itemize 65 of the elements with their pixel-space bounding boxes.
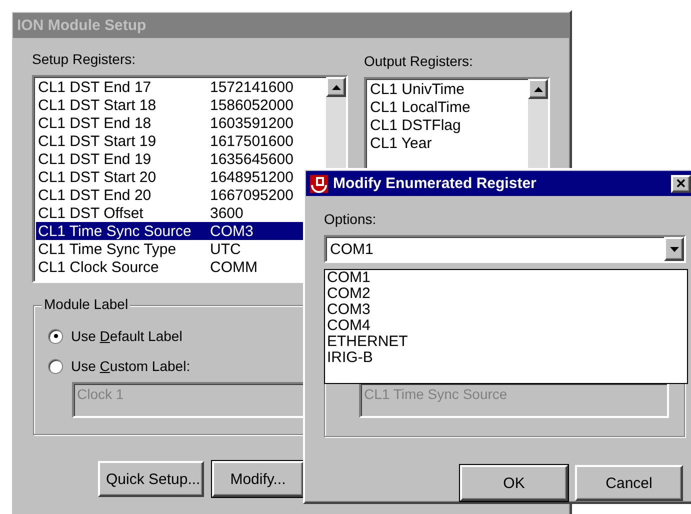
group-title: Module Label [42,296,130,312]
register-row[interactable]: CL1 Year [368,134,526,152]
dropdown-option[interactable]: COM2 [327,286,685,302]
register-value: 1617501600 [210,132,294,150]
register-row[interactable]: CL1 UnivTime [368,80,526,98]
register-row[interactable]: CL1 DST End 17 1572141600 [36,78,324,96]
options-combo[interactable]: COM1 [324,235,686,263]
register-name: CL1 DSTFlag [370,116,461,134]
register-row[interactable]: CL1 DST End 18 1603591200 [36,114,324,132]
dropdown-option[interactable]: COM1 [327,270,685,286]
output-registers-label: Output Registers: [364,53,474,69]
register-value: 1648951200 [210,168,294,186]
register-name: CL1 Year [370,134,432,152]
register-value: 1572141600 [210,78,294,96]
register-name: CL1 DST Start 18 [38,96,158,114]
register-name: CL1 DST Offset [38,204,144,222]
register-value: 1586052000 [210,96,294,114]
radio-button[interactable] [48,358,63,374]
register-row[interactable]: CL1 DST Start 18 1586052000 [36,96,324,114]
register-value: COMM [210,258,258,276]
close-button[interactable]: ✕ [671,174,691,192]
register-name: CL1 UnivTime [370,80,464,98]
dropdown-option[interactable]: ETHERNET [327,334,685,350]
dialog-title: Modify Enumerated Register [333,175,538,192]
dropdown-option[interactable]: COM4 [327,318,685,334]
register-row[interactable]: CL1 DST Start 19 1617501600 [36,132,324,150]
radio-label[interactable]: Use Default Label [71,328,182,344]
register-name: CL1 DST End 19 [38,150,152,168]
combo-value: COM1 [330,240,374,258]
register-name: CL1 DST End 18 [38,114,152,132]
register-name: CL1 DST Start 20 [38,168,158,186]
dropdown-arrow-icon [670,246,678,252]
register-name: CL1 DST Start 19 [38,132,158,150]
register-value: COM3 [210,222,254,240]
register-name: CL1 Time Sync Type [38,240,178,258]
setup-registers-label: Setup Registers: [32,51,136,67]
dropdown-option[interactable]: IRIG-B [327,350,685,366]
register-row[interactable]: CL1 LocalTime [368,98,526,116]
register-value: 3600 [210,204,244,222]
register-value: 1667095200 [210,186,294,204]
scroll-up-arrow-icon [534,86,542,92]
radio-button[interactable] [48,328,63,344]
register-name: CL1 Clock Source [38,258,160,276]
options-dropdown-list[interactable]: COM1 COM2 COM3 COM4 ETHERNET IRIG-B [324,269,688,384]
radio-label[interactable]: Use Custom Label: [71,358,190,374]
scroll-up-arrow-icon [332,84,340,90]
dialog-button[interactable]: Quick Setup... [98,461,204,497]
window-title: ION Module Setup [17,17,148,34]
register-value: UTC [210,240,241,258]
dropdown-option[interactable]: COM3 [327,302,685,318]
app-icon [310,174,328,192]
register-name: CL1 DST End 20 [38,186,152,204]
dialog-button[interactable]: OK [460,465,568,501]
register-row[interactable]: CL1 DST End 19 1635645600 [36,150,324,168]
dropdown-button[interactable] [664,237,684,261]
register-name: CL1 LocalTime [370,98,470,116]
dialog-button[interactable]: Modify... [212,461,304,497]
register-value: 1635645600 [210,150,294,168]
options-label: Options: [324,211,378,227]
register-value: 1603591200 [210,114,294,132]
dialog-button[interactable]: Cancel [575,465,683,501]
register-field: CL1 Time Sync Source [359,382,669,418]
register-name: CL1 DST End 17 [38,78,152,96]
register-name: CL1 Time Sync Source [38,222,192,240]
register-row[interactable]: CL1 DSTFlag [368,116,526,134]
